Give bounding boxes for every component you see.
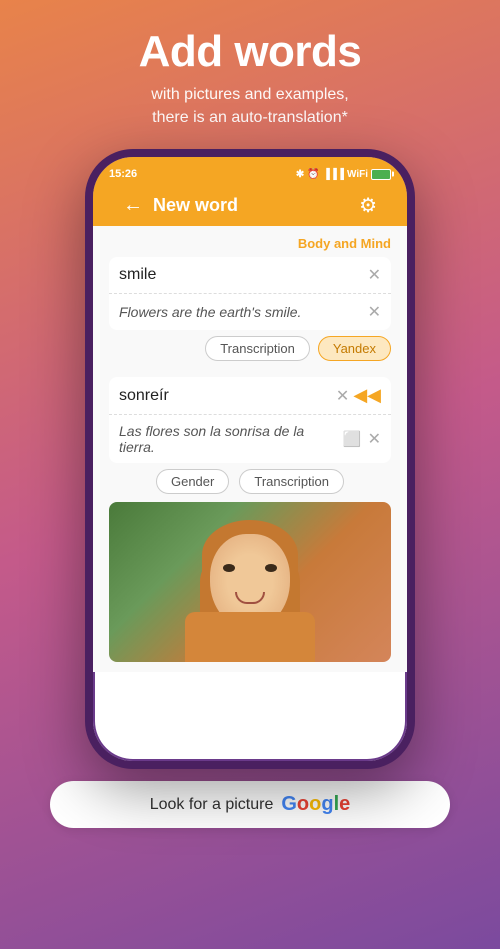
- g2-letter: g: [321, 793, 333, 815]
- translation-field-group: sonreír ✕ ◀◀ Las flores son la sonrisa d…: [109, 377, 391, 463]
- alarm-icon: ⏰: [307, 169, 319, 180]
- transcription-button[interactable]: Transcription: [205, 336, 310, 361]
- promo-section: Add words with pictures and examples,the…: [0, 0, 500, 139]
- image-container: [109, 502, 391, 662]
- example-text: Flowers are the earth's smile.: [119, 304, 362, 320]
- clear-translation-icon[interactable]: ✕: [336, 386, 349, 406]
- translation-buttons-row: Gender Transcription: [109, 469, 391, 494]
- bluetooth-icon: ✱: [296, 169, 304, 180]
- google-bar-text: Look for a picture: [150, 796, 274, 814]
- word-buttons-row: Transcription Yandex: [109, 336, 391, 361]
- back-button[interactable]: ←: [123, 194, 143, 217]
- example-row: Flowers are the earth's smile. ✕: [109, 294, 391, 330]
- translation-example-row: Las flores son la sonrisa de la tierra. …: [109, 415, 391, 463]
- portrait-placeholder: [109, 502, 391, 662]
- phone-frame: 15:26 ✱ ⏰ ▐▐▐ WiFi ← New word ⚙ Body and…: [85, 149, 415, 769]
- gender-button[interactable]: Gender: [156, 469, 229, 494]
- speaker-icon[interactable]: ◀◀: [353, 385, 381, 406]
- separator: [109, 367, 391, 377]
- status-icons: ✱ ⏰ ▐▐▐ WiFi: [296, 169, 391, 180]
- clear-example-icon[interactable]: ✕: [368, 302, 381, 322]
- e-letter: e: [339, 793, 350, 815]
- yandex-button[interactable]: Yandex: [318, 336, 391, 361]
- nav-bar: ← New word ⚙: [109, 185, 391, 226]
- word-row: smile ✕: [109, 257, 391, 294]
- eyes: [223, 564, 277, 572]
- shirt: [185, 612, 315, 662]
- clear-translation-example-icon[interactable]: ✕: [368, 429, 381, 449]
- transcription-button-2[interactable]: Transcription: [239, 469, 344, 494]
- right-eye: [265, 564, 277, 572]
- o2-letter: o: [309, 793, 321, 815]
- settings-icon[interactable]: ⚙: [359, 193, 377, 218]
- promo-title: Add words: [30, 28, 470, 76]
- translation-example-text: Las flores son la sonrisa de la tierra.: [119, 423, 339, 455]
- word-text: smile: [119, 266, 362, 284]
- nav-title: New word: [153, 195, 349, 216]
- wifi-icon: WiFi: [347, 169, 368, 180]
- google-bar[interactable]: Look for a picture Google: [50, 781, 450, 828]
- phone-notch-area: 15:26 ✱ ⏰ ▐▐▐ WiFi ← New word ⚙: [93, 157, 407, 226]
- clear-word-icon[interactable]: ✕: [368, 265, 381, 285]
- left-eye: [223, 564, 235, 572]
- battery-icon: [371, 169, 391, 180]
- o1-letter: o: [297, 793, 309, 815]
- signal-icon: ▐▐▐: [323, 169, 344, 180]
- category-label: Body and Mind: [109, 236, 391, 251]
- status-bar: 15:26 ✱ ⏰ ▐▐▐ WiFi: [109, 163, 391, 185]
- phone-wrapper: 15:26 ✱ ⏰ ▐▐▐ WiFi ← New word ⚙ Body and…: [85, 149, 415, 769]
- g-letter: G: [281, 793, 297, 815]
- word-field-group: smile ✕ Flowers are the earth's smile. ✕: [109, 257, 391, 330]
- google-logo: Google: [281, 793, 350, 816]
- content-area: Body and Mind smile ✕ Flowers are the ea…: [93, 226, 407, 672]
- promo-subtitle: with pictures and examples,there is an a…: [30, 84, 470, 129]
- translation-row: sonreír ✕ ◀◀: [109, 377, 391, 415]
- translation-word: sonreír: [119, 387, 330, 405]
- status-time: 15:26: [109, 168, 137, 180]
- copy-icon[interactable]: ⬜: [343, 430, 362, 448]
